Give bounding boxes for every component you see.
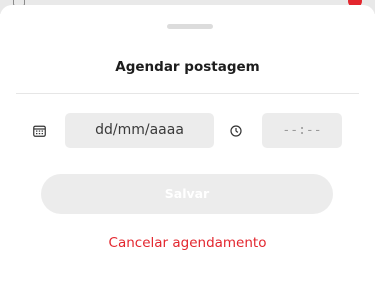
background-text-fragment (40, 0, 250, 2)
time-field[interactable]: --:-- (262, 113, 342, 148)
sheet-drag-handle[interactable] (167, 24, 213, 29)
sheet-title: Agendar postagem (115, 59, 260, 75)
calendar-icon (33, 125, 46, 137)
schedule-post-bottom-sheet: Agendar postagem dd/mm/aaaa --:-- Salvar… (0, 5, 375, 283)
save-button[interactable]: Salvar (41, 174, 333, 214)
cancel-schedule-link[interactable]: Cancelar agendamento (0, 235, 375, 251)
date-time-row: dd/mm/aaaa --:-- (0, 113, 375, 149)
divider (16, 93, 359, 94)
date-field[interactable]: dd/mm/aaaa (65, 113, 214, 148)
clock-icon (230, 125, 242, 137)
